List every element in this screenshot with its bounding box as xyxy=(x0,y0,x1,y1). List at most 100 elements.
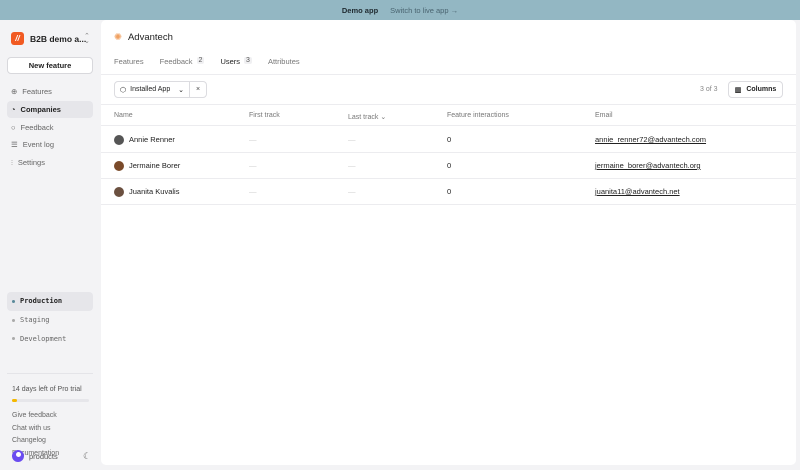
sidebar-item-label: Settings xyxy=(17,158,45,168)
dot-icon xyxy=(12,299,15,303)
env-development[interactable]: Development xyxy=(7,329,93,348)
org-switcher[interactable]: // B2B demo a... xyxy=(11,32,86,45)
email-link[interactable]: juanita11@advantech.net xyxy=(595,179,680,205)
chat-link[interactable]: Chat with us xyxy=(12,425,59,438)
tab-count: 2 xyxy=(196,57,205,64)
result-count: 3 of 3 xyxy=(700,86,718,93)
avatar xyxy=(12,450,24,462)
table-row[interactable]: Annie Renner — — 0 annie_renner72@advant… xyxy=(101,127,796,153)
env-staging[interactable]: Staging xyxy=(7,311,93,330)
feature-interactions: 0 xyxy=(447,187,452,196)
sidebar: // B2B demo a... ⌃ ⌄ New feature ⊕ Feature… xyxy=(0,20,101,470)
sidebar-item-label: Features xyxy=(22,87,52,97)
last-track: — xyxy=(348,161,356,170)
new-feature-button[interactable]: New feature xyxy=(7,57,93,74)
avatar xyxy=(114,134,124,145)
tab-count: 3 xyxy=(244,57,252,64)
tabs: Features Feedback 2 Users 3 Attributes xyxy=(114,57,316,75)
email-link[interactable]: jermaine_borer@advantech.org xyxy=(595,153,701,179)
user-name[interactable]: Annie Renner xyxy=(129,127,175,153)
feature-interactions: 0 xyxy=(447,161,452,170)
divider xyxy=(101,74,796,75)
sidebar-item-label: Companies xyxy=(20,105,61,115)
tab-feedback[interactable]: Feedback 2 xyxy=(160,57,205,75)
user-name[interactable]: Juanita Kuvalis xyxy=(129,179,179,205)
trial-progress-bar xyxy=(12,399,89,402)
tab-label: Features xyxy=(114,57,144,66)
tab-attributes[interactable]: Attributes xyxy=(268,57,300,75)
divider xyxy=(7,373,93,374)
sidebar-item-companies[interactable]: ◔ Companies xyxy=(7,100,93,119)
table-row[interactable]: Jermaine Borer — — 0 jermaine_borer@adva… xyxy=(101,153,796,179)
env-label: Production xyxy=(20,297,63,306)
dot-icon xyxy=(12,337,15,341)
sidebar-item-label: Event log xyxy=(22,140,55,150)
col-email[interactable]: Email xyxy=(595,105,613,126)
trial-text: 14 days left of Pro trial xyxy=(12,386,82,393)
chevron-down-icon: ⌄ xyxy=(178,86,184,94)
pie-icon: ◔ xyxy=(11,105,16,115)
remove-filter-button[interactable]: × xyxy=(190,82,206,97)
first-track: — xyxy=(249,135,257,144)
org-name: B2B demo a... xyxy=(30,33,87,44)
filter-chip: ⬡ Installed App ⌄ × xyxy=(114,81,207,98)
user-name: products xyxy=(29,451,58,461)
columns-icon: ▥ xyxy=(734,86,742,94)
env-label: Development xyxy=(20,334,67,343)
table-row[interactable]: Juanita Kuvalis — — 0 juanita11@advantec… xyxy=(101,179,796,205)
tab-features[interactable]: Features xyxy=(114,57,144,75)
sidebar-item-features[interactable]: ⊕ Features xyxy=(7,83,93,101)
filter-dropdown[interactable]: ⬡ Installed App ⌄ xyxy=(115,82,190,97)
changelog-link[interactable]: Changelog xyxy=(12,437,59,450)
env-production[interactable]: Production xyxy=(7,292,93,311)
last-track: — xyxy=(348,187,356,196)
switch-live-link[interactable]: Switch to live app → xyxy=(390,6,458,15)
page-title: ✺ Advantech xyxy=(114,32,173,43)
org-logo: // xyxy=(11,32,24,45)
columns-label: Columns xyxy=(746,86,777,93)
tab-label: Users xyxy=(220,57,241,66)
chevron-updown-icon[interactable]: ⌃ ⌄ xyxy=(84,33,90,45)
company-name: Advantech xyxy=(127,32,173,43)
give-feedback-link[interactable]: Give feedback xyxy=(12,412,59,425)
user-menu[interactable]: products xyxy=(12,450,58,462)
columns-button[interactable]: ▥ Columns xyxy=(728,81,783,98)
chat-icon: ○ xyxy=(11,122,16,132)
sidebar-item-event-log[interactable]: ☰ Event log xyxy=(7,136,93,154)
table-header: Name First track Last track ⌄ Feature in… xyxy=(101,105,796,126)
col-feature-interactions[interactable]: Feature interactions xyxy=(447,105,509,126)
demo-banner: Demo app Switch to live app → xyxy=(0,0,800,20)
last-track: — xyxy=(348,135,356,144)
trial-progress-fill xyxy=(12,399,18,402)
tab-label: Feedback xyxy=(159,57,193,66)
col-label: Last track xyxy=(348,114,379,121)
sidebar-item-settings[interactable]: ⫶ Settings xyxy=(7,154,93,172)
environment-list: Production Staging Development xyxy=(7,292,93,348)
dot-icon xyxy=(12,318,15,322)
moon-icon[interactable]: ☾ xyxy=(83,451,91,462)
feature-interactions: 0 xyxy=(447,135,452,144)
avatar xyxy=(114,160,124,171)
features-icon: ⊕ xyxy=(11,87,18,97)
main-panel: ✺ Advantech Features Feedback 2 Users 3 At… xyxy=(101,20,796,465)
sliders-icon: ⫶ xyxy=(11,157,13,167)
cube-icon: ⬡ xyxy=(120,86,127,94)
filter-label: Installed App xyxy=(130,86,171,93)
company-icon: ✺ xyxy=(114,32,122,43)
list-icon: ☰ xyxy=(11,140,18,150)
sort-desc-icon: ⌄ xyxy=(380,114,387,121)
avatar xyxy=(114,186,124,197)
banner-title: Demo app xyxy=(341,5,379,15)
env-label: Staging xyxy=(20,316,50,325)
user-name[interactable]: Jermaine Borer xyxy=(129,153,180,179)
sidebar-item-feedback[interactable]: ○ Feedback xyxy=(7,118,93,136)
tab-label: Attributes xyxy=(267,57,300,66)
tab-users[interactable]: Users 3 xyxy=(220,57,254,75)
email-link[interactable]: annie_renner72@advantech.com xyxy=(595,127,706,153)
col-first-track[interactable]: First track xyxy=(249,105,280,126)
sidebar-nav: ⊕ Features ◔ Companies ○ Feedback ☰ Event lo… xyxy=(7,83,93,171)
sidebar-item-label: Feedback xyxy=(20,122,54,132)
first-track: — xyxy=(249,187,257,196)
first-track: — xyxy=(249,161,257,170)
col-name[interactable]: Name xyxy=(114,105,133,126)
